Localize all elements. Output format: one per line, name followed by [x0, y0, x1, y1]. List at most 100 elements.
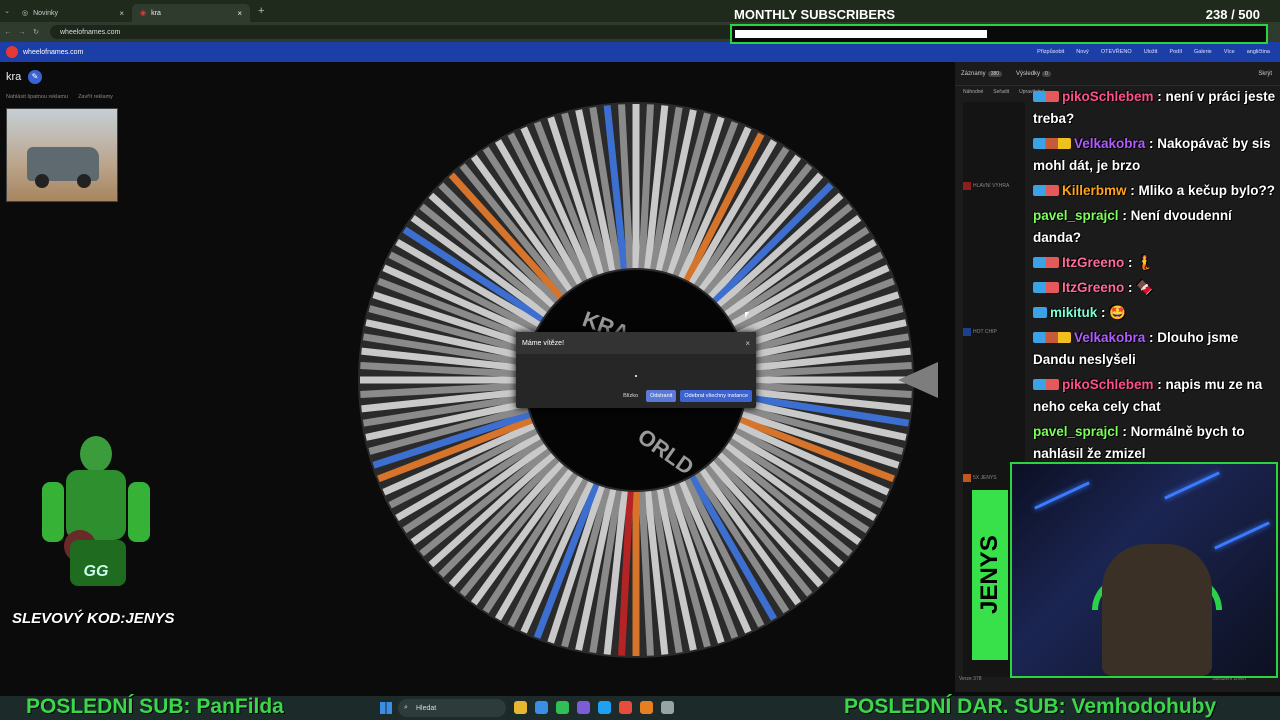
app-icon[interactable] [577, 701, 590, 714]
tab-novinky[interactable]: ◎ Novinky × [14, 4, 132, 22]
dialog-header: Máme vítěze! × [516, 332, 756, 354]
svg-text:GG: GG [84, 563, 109, 580]
chat-username: pavel_sprajcl [1033, 208, 1119, 223]
chat-username: ItzGreeno [1062, 280, 1125, 295]
chat-text: 🍫 [1136, 280, 1154, 295]
chat-separator: : [1145, 330, 1158, 345]
version-text: Verze 378 [959, 676, 982, 682]
chat-username: ItzGreeno [1062, 255, 1125, 270]
close-dialog-icon[interactable]: × [745, 339, 750, 348]
tab-kra[interactable]: ◉ kra × [132, 4, 250, 22]
tab-label: kra [151, 9, 161, 17]
steam-icon[interactable] [598, 701, 611, 714]
chat-badge-icon [1033, 379, 1059, 390]
windows-start-icon[interactable] [380, 702, 392, 714]
jenys-logo: JENYS [972, 490, 1008, 660]
xbox-icon[interactable] [556, 701, 569, 714]
shuffle-button[interactable]: Náhodné [963, 89, 983, 95]
forward-icon[interactable]: → [16, 29, 28, 36]
taskbar-search[interactable]: ⌕ Hledat [398, 699, 506, 717]
chat-badge-icon [1033, 307, 1047, 318]
tab-entries[interactable]: Záznamy 380 [961, 70, 1003, 77]
chat-message: pavel_sprajcl : Není dvoudenní danda? [1030, 205, 1280, 249]
chat-badge-icon [1033, 185, 1059, 196]
menu-save[interactable]: Uložit [1144, 49, 1158, 55]
entry-color-swatch [963, 182, 971, 190]
rgb-light [1164, 471, 1220, 500]
chat-username: mikituk [1050, 305, 1098, 320]
file-explorer-icon[interactable] [514, 701, 527, 714]
chat-username: pikoSchlebem [1062, 89, 1154, 104]
new-tab-icon[interactable]: + [258, 5, 264, 17]
winner-text [635, 375, 637, 377]
mascot-image: GG [42, 436, 150, 586]
site-name[interactable]: wheelofnames.com [23, 49, 83, 56]
chat-message: Velkakobra : Nakopávač by sis mohl dát, … [1030, 133, 1280, 177]
menu-customize[interactable]: Přizpůsobit [1037, 49, 1064, 55]
chat-username: Velkakobra [1074, 136, 1146, 151]
chat-username: pavel_sprajcl [1033, 424, 1119, 439]
hide-sidebar-button[interactable]: Skrýt [1258, 71, 1272, 77]
menu-language[interactable]: angličtina [1247, 49, 1270, 55]
taskbar: POSLEDNÍ SUB: PanFilda ⌕ Hledat POSLEDNÍ… [0, 695, 1280, 720]
chat-separator: : [1153, 377, 1166, 392]
reload-icon[interactable]: ↻ [30, 28, 42, 36]
app-icon[interactable] [640, 701, 653, 714]
close-ads-link[interactable]: Zavřít reklamy [78, 94, 113, 100]
opera-icon[interactable] [619, 701, 632, 714]
menu-share[interactable]: Podíl [1169, 49, 1182, 55]
back-icon[interactable]: ← [2, 29, 14, 36]
tab-label: Novinky [33, 9, 59, 17]
chat-separator: : [1145, 136, 1158, 151]
chat-separator: : [1097, 305, 1110, 320]
results-count-badge: 0 [1042, 70, 1051, 77]
chat-badge-icon [1033, 257, 1059, 268]
entry-item[interactable]: HLAVNÍ VÝHRA [963, 182, 1009, 190]
tab-list-icon[interactable]: ⌄ [0, 7, 14, 15]
menu-open[interactable]: OTEVŘENO [1101, 49, 1132, 55]
url-text: wheelofnames.com [60, 28, 121, 36]
menu-gallery[interactable]: Galerie [1194, 49, 1212, 55]
tab-entries-label: Záznamy [961, 70, 986, 77]
ad-image[interactable] [6, 108, 118, 202]
edit-title-icon[interactable]: ✎ [28, 70, 42, 84]
subscriber-count: 238 / 500 [1205, 7, 1260, 22]
tab-results[interactable]: Výsledky 0 [1016, 70, 1051, 77]
close-tab-icon[interactable]: × [119, 9, 124, 18]
remove-button[interactable]: Odstranit [646, 390, 677, 402]
entry-color-swatch [963, 328, 971, 336]
wheel-pointer-icon [898, 362, 938, 398]
chat-message: ItzGreeno : 🍫 [1030, 277, 1280, 299]
last-sub-text: POSLEDNÍ SUB: PanFilda [26, 695, 284, 718]
taskbar-icons [514, 701, 674, 714]
menu-new[interactable]: Nový [1076, 49, 1089, 55]
chat-message: pikoSchlebem : napis mu ze na neho ceka … [1030, 374, 1280, 418]
report-ad-link[interactable]: Nahlásit špatnou reklamu [6, 94, 68, 100]
remove-all-instances-button[interactable]: Odebrat všechny instance [680, 390, 752, 402]
chat-separator: : [1118, 208, 1131, 223]
winner-dialog: Máme vítěze! × Blízko Odstranit Odebrat … [516, 332, 756, 408]
last-gift-sub-text: POSLEDNÍ DAR. SUB: Vemhodohuby [844, 695, 1217, 718]
promo-code: SLEVOVÝ KOD:JENYS [12, 610, 175, 627]
menu-more[interactable]: Více [1224, 49, 1235, 55]
app-icon[interactable] [661, 701, 674, 714]
promo-value: JENYS [125, 610, 175, 627]
wheel-logo-icon[interactable] [6, 46, 18, 58]
url-field[interactable]: wheelofnames.com [50, 25, 750, 39]
chat-badge-icon [1033, 332, 1071, 343]
rgb-light [1034, 481, 1090, 510]
entry-item[interactable]: 5X JENYS [963, 474, 997, 482]
entry-item[interactable]: HOT CHIP [963, 328, 997, 336]
chat-username: pikoSchlebem [1062, 377, 1154, 392]
chat-badge-icon [1033, 282, 1059, 293]
dialog-body [516, 354, 756, 384]
sort-button[interactable]: Seřadit [993, 89, 1009, 95]
chat-message: mikituk : 🤩 [1030, 302, 1280, 324]
close-tab-icon[interactable]: × [237, 9, 242, 18]
search-icon: ⌕ [404, 704, 408, 711]
close-button[interactable]: Blízko [619, 390, 642, 402]
chat-separator: : [1118, 424, 1131, 439]
chat-username: Velkakobra [1074, 330, 1146, 345]
store-icon[interactable] [535, 701, 548, 714]
tab-results-label: Výsledky [1016, 70, 1041, 77]
